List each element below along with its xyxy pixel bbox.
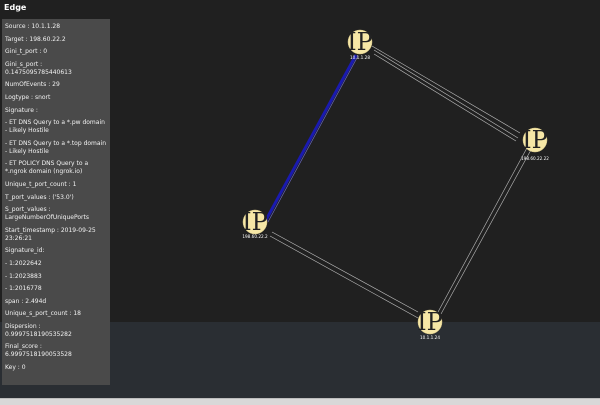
edge-details-panel: Source : 10.1.1.28 Target : 198.60.22.2 … bbox=[2, 19, 110, 385]
signature-item: - ET DNS Query to a *.top domain - Likel… bbox=[5, 139, 107, 155]
signature-id-item: - 1:2022642 bbox=[5, 259, 42, 267]
ip-icon: IP bbox=[417, 308, 443, 336]
edge[interactable] bbox=[269, 235, 419, 319]
edge[interactable] bbox=[373, 53, 517, 142]
signature-item: - ET POLICY DNS Query to a *.ngrok domai… bbox=[5, 160, 89, 176]
node-label: 10.1.1.28 bbox=[350, 55, 370, 60]
t-port-values-field: T_port_values : ('53.0') bbox=[5, 193, 74, 201]
num-of-events-field: NumOfEvents : 29 bbox=[5, 81, 60, 89]
gini-t-port-field: Gini_t_port : 0 bbox=[5, 48, 48, 56]
edge-selected[interactable] bbox=[264, 54, 358, 221]
node-label: 198.60.22.2 bbox=[242, 234, 268, 239]
edges bbox=[264, 45, 533, 319]
edge[interactable] bbox=[271, 231, 419, 313]
edge[interactable] bbox=[437, 145, 529, 313]
edge[interactable] bbox=[440, 147, 533, 315]
signature-heading: Signature : bbox=[5, 106, 38, 114]
dispersion-field: Dispersion : 0.9997518190535282 bbox=[5, 322, 72, 338]
key-field: Key : 0 bbox=[5, 364, 26, 372]
edge[interactable] bbox=[373, 49, 519, 139]
signature-id-heading: Signature_id: bbox=[5, 247, 45, 255]
node-label: 10.1.1.24 bbox=[420, 335, 440, 340]
start-timestamp-field: Start_timestamp : 2019-09-25 23:26:21 bbox=[5, 226, 96, 242]
s-port-values-field: S_port_values : LargeNumberOfUniquePorts bbox=[5, 206, 90, 222]
edge[interactable] bbox=[371, 45, 521, 134]
final-score-field: Final_score : 6.9997518190053528 bbox=[5, 343, 72, 359]
node-198-60-22-2[interactable]: IP 198.60.22.2 bbox=[242, 208, 268, 239]
node-10-1-1-28[interactable]: IP 10.1.1.28 bbox=[347, 28, 373, 60]
unique-s-port-count-field: Unique_s_port_count : 18 bbox=[5, 310, 81, 318]
node-label: 198.60.22.22 bbox=[521, 156, 549, 161]
ip-icon: IP bbox=[347, 28, 373, 56]
signature-id-item: - 1:2016778 bbox=[5, 285, 42, 293]
target-field: Target : 198.60.22.2 bbox=[5, 35, 66, 43]
edge-selected-inner bbox=[267, 55, 359, 223]
unique-t-port-count-field: Unique_t_port_count : 1 bbox=[5, 180, 77, 188]
node-10-1-1-24[interactable]: IP 10.1.1.24 bbox=[417, 308, 443, 340]
span-field: span : 2.494d bbox=[5, 297, 47, 305]
logtype-field: Logtype : snort bbox=[5, 93, 51, 101]
signature-item: - ET DNS Query to a *.pw domain - Likely… bbox=[5, 119, 105, 135]
ip-icon: IP bbox=[522, 126, 548, 154]
node-198-60-22-22[interactable]: IP 198.60.22.22 bbox=[521, 126, 549, 161]
source-field: Source : 10.1.1.28 bbox=[5, 23, 61, 30]
ip-icon: IP bbox=[242, 208, 268, 236]
signature-id-item: - 1:2023883 bbox=[5, 272, 42, 280]
gini-s-port-field: Gini_s_port : 0.1475095785440613 bbox=[5, 60, 72, 76]
